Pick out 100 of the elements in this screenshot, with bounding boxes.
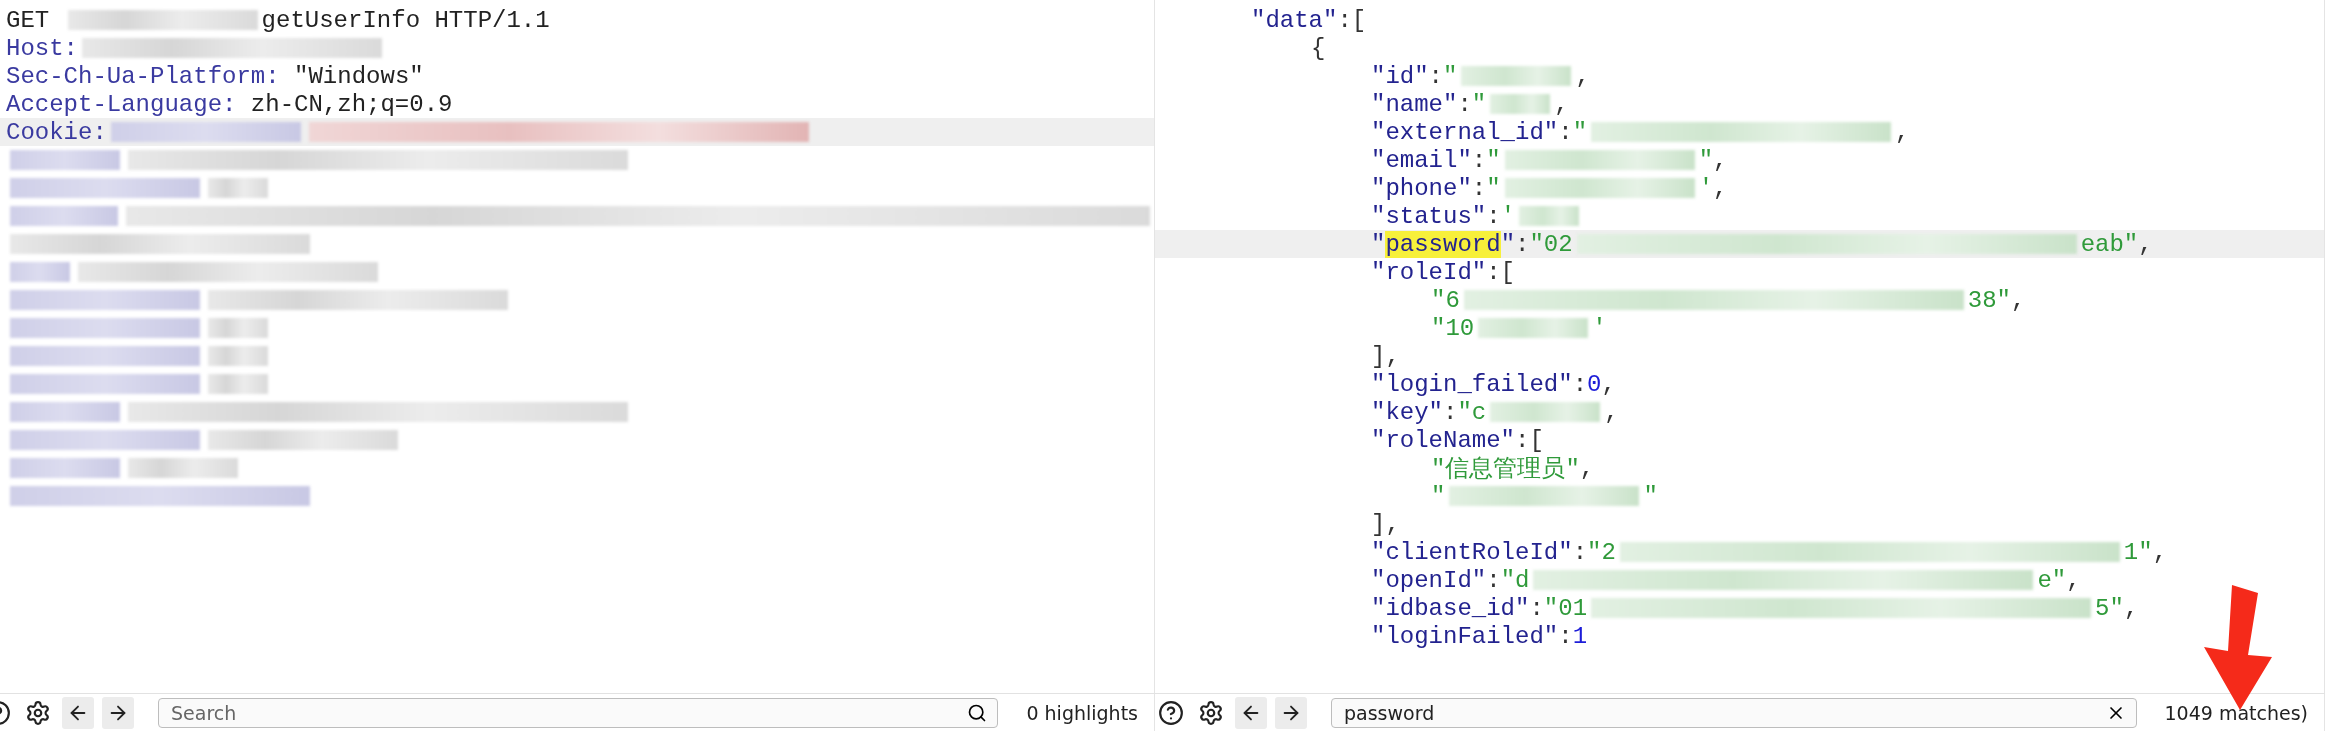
- code-text: "status": [1371, 202, 1487, 230]
- redacted-text: [208, 178, 268, 198]
- code-text: ,: [2011, 286, 2026, 314]
- code-text: ,: [2152, 538, 2168, 566]
- code-text: "clientRoleId": [1371, 538, 1573, 566]
- code-text: ": [1486, 174, 1501, 202]
- search-box[interactable]: Search: [158, 697, 999, 728]
- code-text: ,: [1579, 454, 1595, 482]
- redacted-text: [208, 346, 268, 366]
- code-text: ': [1500, 202, 1516, 230]
- code-text: "10: [1431, 314, 1475, 342]
- code-text: :: [1486, 202, 1501, 230]
- code-text: 0: [1587, 370, 1602, 398]
- code-text: ,: [1713, 174, 1728, 202]
- code-text: "d: [1500, 566, 1530, 594]
- code-text: "data": [1251, 6, 1338, 34]
- code-text: ,: [2138, 230, 2153, 258]
- code-text: "key": [1371, 398, 1443, 426]
- code-text: 38": [1967, 286, 2012, 314]
- code-text: 1: [1572, 622, 1588, 650]
- search-box[interactable]: password: [1331, 697, 2137, 728]
- code-text: "信息管理员": [1431, 455, 1580, 484]
- code-text: :: [1486, 566, 1501, 594]
- code-text: :: [1558, 622, 1573, 650]
- code-text: "roleName": [1371, 426, 1516, 454]
- search-icon: [967, 702, 988, 723]
- redacted-text: [1490, 94, 1551, 114]
- previous-button[interactable]: [62, 696, 94, 729]
- code-text: "c: [1457, 398, 1487, 426]
- code-text: ': [1698, 174, 1714, 202]
- code-text: ": [1500, 230, 1516, 258]
- code-text: :[: [1486, 258, 1516, 286]
- previous-button[interactable]: [1235, 696, 1267, 729]
- code-text: :: [1443, 398, 1458, 426]
- search-field[interactable]: password: [1342, 700, 2100, 725]
- code-text: "loginFailed": [1371, 622, 1559, 650]
- code-text: "2: [1587, 538, 1616, 566]
- code-text: "external_id": [1371, 118, 1559, 146]
- next-button[interactable]: [102, 696, 134, 729]
- code-text: ": [1471, 90, 1487, 118]
- code-text: :[: [1337, 6, 1367, 34]
- code-text: ,: [1895, 118, 1910, 146]
- code-text: Host:: [6, 34, 78, 62]
- code-text: :: [1529, 594, 1544, 622]
- code-text: "02: [1529, 230, 1573, 258]
- code-text: :[: [1515, 426, 1544, 454]
- code-text: ": [1371, 230, 1386, 258]
- code-text: :: [1457, 90, 1472, 118]
- code-text: "phone": [1371, 174, 1472, 202]
- code-text: ": [1572, 118, 1588, 146]
- code-text: getUserInfo HTTP/1.1: [261, 6, 550, 34]
- code-text: eab": [2080, 230, 2139, 258]
- code-text: :: [1572, 538, 1588, 566]
- code-text: ,: [1575, 62, 1590, 90]
- code-text: ": [1443, 62, 1458, 90]
- code-text: ,: [1604, 398, 1619, 426]
- code-text: "openId": [1371, 566, 1487, 594]
- code-text: Cookie:: [6, 118, 107, 146]
- code-text: "id": [1371, 62, 1429, 90]
- code-text: "roleId": [1371, 258, 1487, 286]
- settings-icon: [1198, 699, 1224, 726]
- code-text: :: [1471, 174, 1487, 202]
- code-text: ': [1592, 314, 1607, 342]
- search-match: password: [1385, 230, 1501, 258]
- code-text: ],: [1371, 342, 1400, 370]
- redacted-text: [1519, 206, 1580, 226]
- code-text: ": [1643, 482, 1658, 510]
- code-text: ,: [1601, 370, 1616, 398]
- code-text: ,: [1713, 146, 1728, 174]
- code-text: ": [1698, 146, 1714, 174]
- code-text: {: [1311, 34, 1326, 62]
- help-icon: [1158, 699, 1184, 726]
- redacted-text: [208, 318, 268, 338]
- code-text: zh-CN,zh;q=0.9: [249, 90, 453, 118]
- next-button[interactable]: [1275, 696, 1307, 729]
- redacted-text: [10, 262, 70, 282]
- code-text: "login_failed": [1371, 370, 1573, 398]
- code-text: "idbase_id": [1371, 594, 1530, 622]
- code-text: GET: [6, 6, 51, 34]
- settings-icon: [25, 699, 51, 726]
- code-text: :: [1558, 118, 1573, 146]
- code-text: :: [1515, 230, 1530, 258]
- code-text: ": [1431, 482, 1446, 510]
- code-text: "01: [1543, 594, 1588, 622]
- code-text: "email": [1371, 146, 1472, 174]
- code-text: "6: [1431, 286, 1460, 314]
- match-count: 1049 matches): [2163, 701, 2309, 724]
- search-field[interactable]: Search: [169, 700, 962, 725]
- highlight-count: 0 highlights: [1025, 701, 1139, 724]
- code-text: 1": [2123, 538, 2153, 566]
- code-text: ,: [2066, 566, 2081, 594]
- code-text: ": [1486, 146, 1501, 174]
- code-text: ,: [1554, 90, 1569, 118]
- code-text: 5": [2095, 594, 2124, 622]
- code-text: "name": [1371, 90, 1458, 118]
- code-text: :: [1471, 146, 1487, 174]
- code-text: e": [2037, 566, 2067, 594]
- code-text: ,: [2123, 594, 2139, 622]
- code-text: :: [1428, 62, 1443, 90]
- code-text: Accept-Language:: [6, 90, 237, 118]
